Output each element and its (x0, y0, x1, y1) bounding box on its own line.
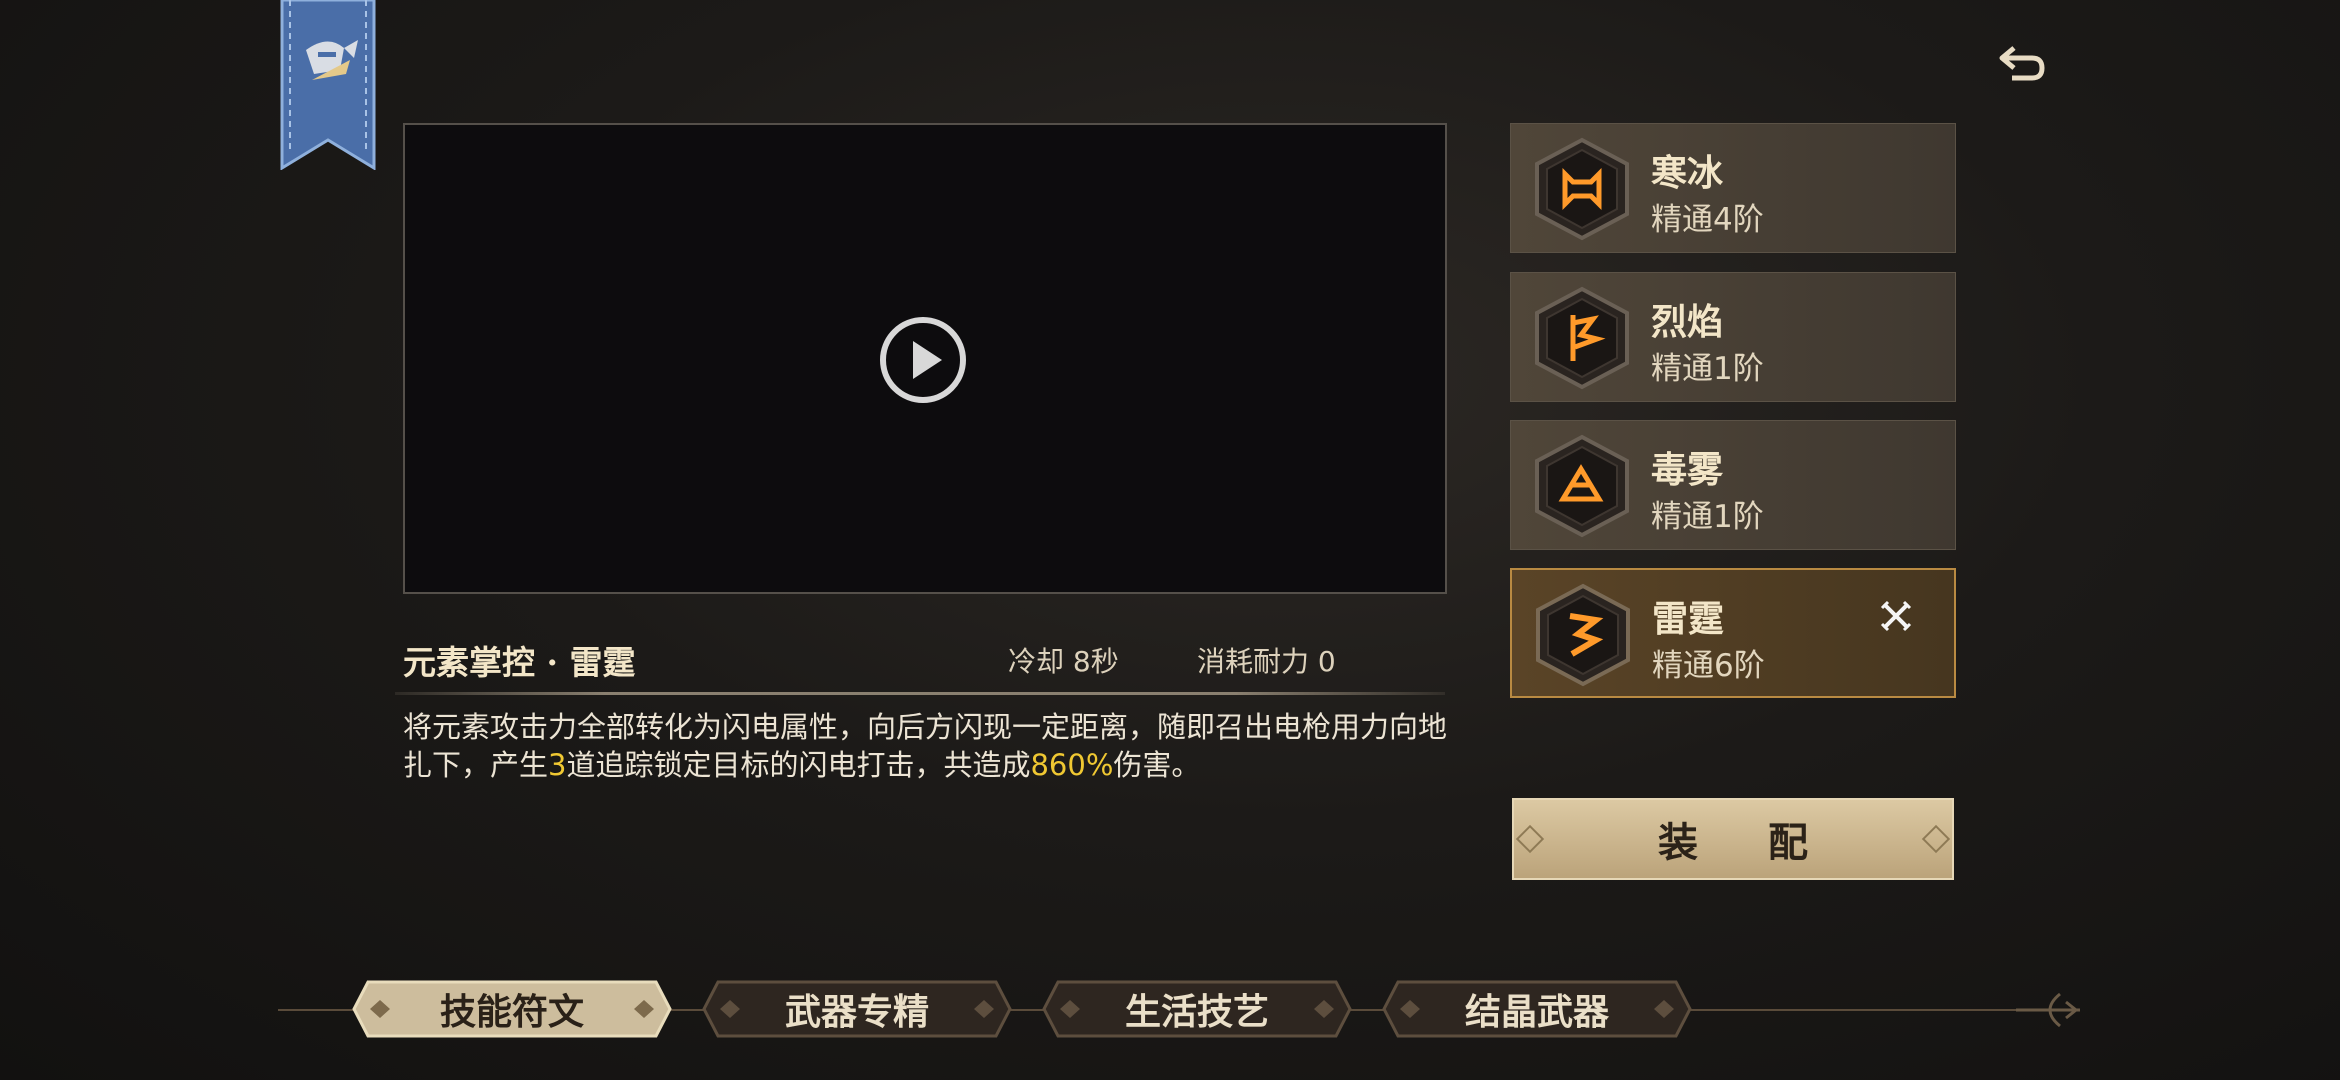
strike-count: 3 (548, 748, 567, 782)
tab-weapon-mastery[interactable]: 武器专精 (700, 978, 1012, 1040)
guild-banner (280, 0, 376, 171)
skill-video-preview[interactable] (403, 123, 1447, 594)
rune-item-thunder[interactable]: 雷霆 精通6阶 (1510, 568, 1956, 698)
corner-ornament (1515, 824, 1545, 854)
play-icon (880, 317, 966, 403)
rune-name: 雷霆 (1652, 598, 1725, 640)
skill-stamina-cost: 消耗耐力 0 (1197, 645, 1336, 678)
tab-skill-runes[interactable]: 技能符文 (350, 978, 672, 1040)
rune-level: 精通1阶 (1651, 351, 1764, 387)
rune-item-fire[interactable]: 烈焰 精通1阶 (1510, 272, 1956, 402)
equip-button[interactable]: 装 配 (1512, 798, 1954, 880)
rune-item-ice[interactable]: 寒冰 精通4阶 (1510, 123, 1956, 253)
tab-crystal-weapons[interactable]: 结晶武器 (1380, 978, 1692, 1040)
crossed-swords-icon (1880, 600, 1912, 632)
rune-level: 精通4阶 (1651, 202, 1764, 238)
thunder-rune-icon (1536, 583, 1630, 687)
divider (395, 692, 1445, 695)
fire-rune-icon (1535, 286, 1629, 390)
equip-button-label: 装 配 (1658, 819, 1836, 866)
poison-rune-icon (1535, 434, 1629, 538)
ice-rune-icon (1535, 137, 1629, 241)
rune-level: 精通1阶 (1651, 499, 1764, 535)
skill-cooldown: 冷却 8秒 (1008, 645, 1119, 678)
tab-life-skills[interactable]: 生活技艺 (1040, 978, 1352, 1040)
corner-ornament (1921, 824, 1951, 854)
damage-percent: 860% (1030, 748, 1114, 782)
skill-title: 元素掌控 · 雷霆 (403, 643, 636, 682)
play-button[interactable] (878, 315, 968, 405)
rune-level: 精通6阶 (1652, 648, 1765, 684)
skill-description: 将元素攻击力全部转化为闪电属性，向后方闪现一定距离，随即召出电枪用力向地扎下，产… (403, 710, 1448, 782)
rune-name: 毒雾 (1651, 449, 1724, 491)
back-button[interactable] (1994, 36, 2050, 92)
bow-ornament-icon (2016, 992, 2080, 1028)
rune-item-poison[interactable]: 毒雾 精通1阶 (1510, 420, 1956, 550)
rune-name: 烈焰 (1651, 301, 1724, 343)
rune-name: 寒冰 (1651, 152, 1724, 194)
back-arrow-icon (1999, 46, 2045, 81)
